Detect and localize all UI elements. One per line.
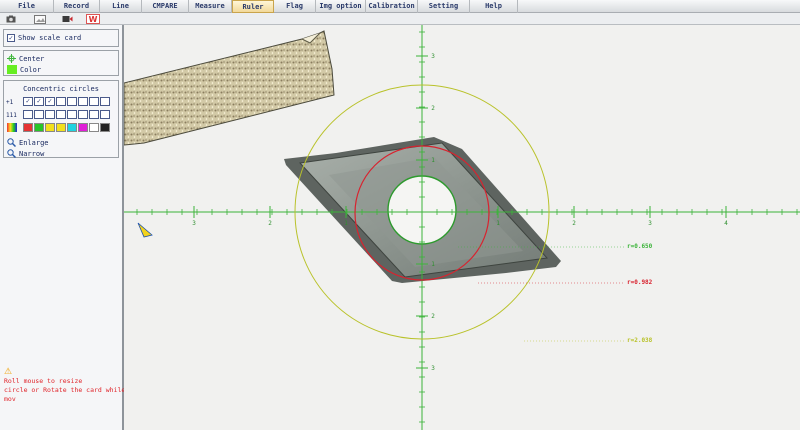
show-scale-box: ✓ Show scale card [3,29,119,47]
menu-compare[interactable]: CMPARE [142,0,189,13]
concentric-row-1: ✓ ✓ ✓ [23,97,110,106]
enlarge-button[interactable]: Enlarge [7,138,49,147]
x-tick-label: 4 [724,220,728,227]
color-swatch-row [23,123,110,132]
color-swatch-option[interactable] [100,123,110,132]
video-icon[interactable] [60,14,74,24]
word-icon[interactable]: W [86,14,100,24]
narrow-label: Narrow [19,149,45,158]
crosshair-icon [7,54,16,63]
circle-size-cell[interactable] [23,110,33,119]
circle-checkbox[interactable] [78,97,88,106]
toolbar: W [0,13,800,25]
warning-line-2: circle or Rotate the card while mov [4,386,126,403]
warning-icon: ⚠ [4,367,13,377]
menu-line[interactable]: Line [100,0,142,13]
cursor-icon [137,222,153,238]
y-tick-label: 3 [431,365,435,372]
y-tick-label: 2 [431,313,435,320]
circle-checkbox[interactable]: ✓ [34,97,44,106]
row1-prefix: +1 [6,99,14,106]
color-swatch-option[interactable] [56,123,66,132]
color-swatch [7,65,17,74]
circle-size-cell[interactable] [34,110,44,119]
center-option[interactable]: Center [7,54,44,63]
center-label: Center [19,54,45,63]
menu-record[interactable]: Record [54,0,100,13]
color-option[interactable]: Color [7,65,41,74]
circle-checkbox[interactable] [67,97,77,106]
warning-message: ⚠ Roll mouse to resize circle or Rotate … [4,368,134,404]
color-swatch-option[interactable] [67,123,77,132]
circle-checkbox[interactable] [89,97,99,106]
show-scale-card-checkbox[interactable]: ✓ [7,34,15,42]
red-radius-reading: r=0.982 [627,279,653,286]
color-swatch-option[interactable] [34,123,44,132]
y-tick-label: 3 [431,53,435,60]
circle-checkbox[interactable] [100,97,110,106]
color-label: Color [20,65,42,74]
y-tick-label: 2 [431,105,435,112]
menu-setting[interactable]: Setting [418,0,470,13]
x-tick-label: 1 [344,220,348,227]
view-canvas: 5432112345123123 [124,25,800,430]
circle-size-cell[interactable] [100,110,110,119]
menu-ruler[interactable]: Ruler [232,0,274,13]
enlarge-label: Enlarge [19,138,49,147]
circle-checkbox[interactable]: ✓ [45,97,55,106]
camera-view[interactable]: 5432112345123123 r=0.650 r=0.982 r=2.038 [124,25,800,430]
concentric-circles-title: Concentric circles [23,85,99,93]
yellow-radius-reading: r=2.038 [627,337,653,344]
menu-measure[interactable]: Measure [189,0,232,13]
x-tick-label: 2 [572,220,576,227]
center-color-box: Center Color [3,50,119,76]
color-swatch-option[interactable] [78,123,88,132]
side-panel: ✓ Show scale card Center Color Concentri… [0,25,125,430]
circle-size-cell[interactable] [89,110,99,119]
row2-prefix: 111 [6,112,17,119]
tool-holder [124,30,335,146]
menu-bar: File Record Line CMPARE Measure Ruler Fl… [0,0,800,13]
concentric-row-2 [23,110,110,119]
menu-calibration[interactable]: Calibration [366,0,418,13]
narrow-button[interactable]: Narrow [7,149,44,158]
menu-file[interactable]: File [0,0,54,13]
green-radius-reading: r=0.650 [627,243,653,250]
circle-size-cell[interactable] [67,110,77,119]
concentric-circles-box: Concentric circles +1 ✓ ✓ ✓ 111 Enlarge … [3,80,119,158]
menu-help[interactable]: Help [470,0,518,13]
color-swatch-option[interactable] [89,123,99,132]
camera-icon[interactable] [4,14,18,24]
color-swatch-option[interactable] [45,123,55,132]
warning-line-1: Roll mouse to resize [4,377,83,385]
y-tick-label: 1 [431,261,435,268]
circle-checkbox[interactable]: ✓ [23,97,33,106]
x-tick-label: 3 [648,220,652,227]
circle-checkbox[interactable] [56,97,66,106]
magnify-minus-icon [7,149,16,158]
palette-icon[interactable] [7,123,17,132]
magnify-plus-icon [7,138,16,147]
x-tick-label: 1 [496,220,500,227]
y-tick-label: 1 [431,157,435,164]
circle-size-cell[interactable] [78,110,88,119]
menu-img-option[interactable]: Img option [316,0,366,13]
color-swatch-option[interactable] [23,123,33,132]
show-scale-card-label: Show scale card [18,34,82,42]
circle-size-cell[interactable] [45,110,55,119]
x-tick-label: 3 [192,220,196,227]
image-icon[interactable] [33,14,47,24]
menu-flag[interactable]: Flag [274,0,316,13]
x-tick-label: 2 [268,220,272,227]
circle-size-cell[interactable] [56,110,66,119]
